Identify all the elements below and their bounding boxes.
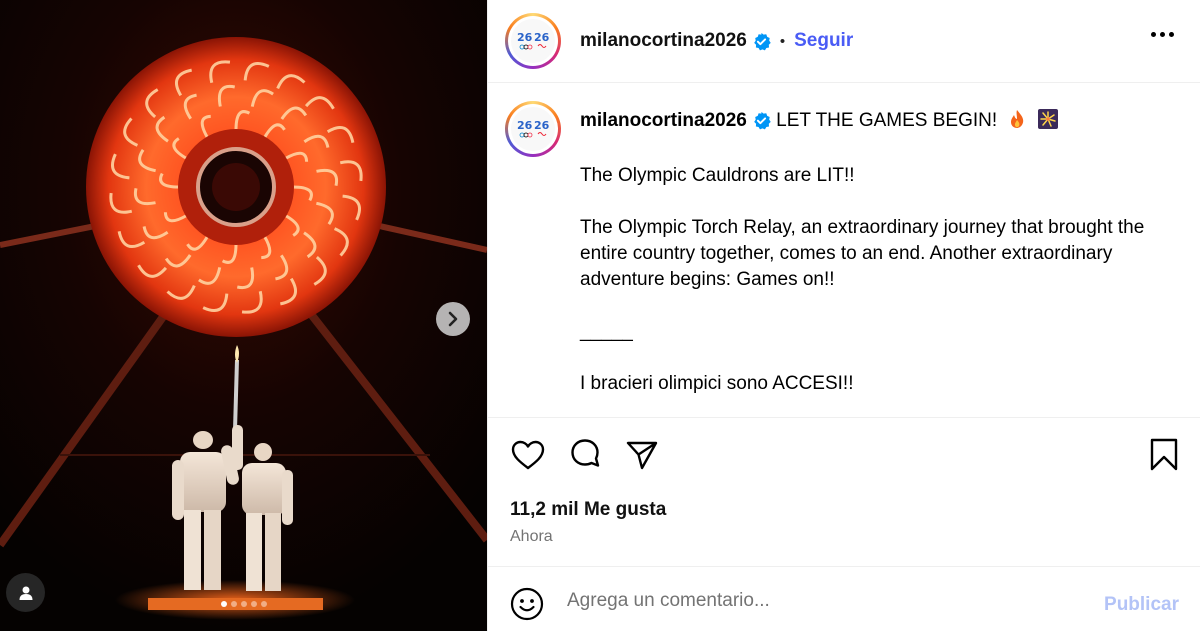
caption-section: 26 26 milanocortina2026 LET THE GAMES BE… bbox=[488, 83, 1200, 418]
caption-line-1: The Olympic Cauldrons are LIT!! bbox=[580, 165, 855, 186]
svg-text:26: 26 bbox=[517, 31, 533, 44]
publish-button[interactable]: Publicar bbox=[1104, 594, 1179, 616]
action-bar bbox=[510, 437, 1180, 477]
comment-button[interactable] bbox=[567, 437, 603, 478]
chevron-right-icon bbox=[448, 311, 458, 327]
fireworks-emoji-icon bbox=[1037, 109, 1058, 137]
carousel-dot bbox=[220, 601, 227, 607]
caption-avatar[interactable]: 26 26 bbox=[505, 101, 561, 157]
follow-button[interactable]: Seguir bbox=[794, 30, 853, 52]
post-timestamp[interactable]: Ahora bbox=[510, 528, 553, 546]
comment-input[interactable] bbox=[567, 590, 1067, 612]
comment-bar: Publicar bbox=[487, 566, 1200, 631]
smiley-icon bbox=[510, 587, 544, 621]
caption-username[interactable]: milanocortina2026 bbox=[580, 110, 747, 131]
cauldron-photo bbox=[0, 0, 487, 631]
share-button[interactable] bbox=[624, 437, 660, 478]
verified-badge-icon bbox=[752, 111, 771, 130]
user-icon bbox=[19, 586, 32, 600]
likes-count[interactable]: 11,2 mil Me gusta bbox=[510, 499, 666, 521]
comment-icon bbox=[571, 439, 600, 467]
more-options-icon[interactable] bbox=[1151, 32, 1174, 37]
olympic-logo-icon: 26 26 bbox=[517, 31, 550, 50]
fire-emoji-icon bbox=[1008, 109, 1026, 137]
svg-text:26: 26 bbox=[534, 119, 550, 132]
post-media bbox=[0, 0, 487, 631]
carousel-indicator bbox=[0, 601, 487, 607]
caption-text: milanocortina2026 LET THE GAMES BEGIN! T… bbox=[580, 101, 1180, 417]
bookmark-icon bbox=[1150, 438, 1178, 471]
olympic-logo-icon: 26 26 bbox=[517, 119, 550, 138]
post-header: 26 26 milanocortina2026 • Seguir bbox=[488, 0, 1200, 83]
carousel-next-button[interactable] bbox=[436, 302, 470, 336]
like-button[interactable] bbox=[510, 437, 546, 478]
header-separator: • bbox=[779, 32, 786, 50]
caption-divider: _____ bbox=[580, 321, 633, 342]
caption-line-3: I bracieri olimpici sono ACCESI!! bbox=[580, 373, 854, 394]
svg-text:26: 26 bbox=[534, 31, 550, 44]
post-details-panel: 26 26 milanocortina2026 • Seguir 26 26 m… bbox=[487, 0, 1200, 631]
avatar[interactable]: 26 26 bbox=[505, 13, 561, 69]
carousel-dot bbox=[240, 601, 247, 607]
send-icon bbox=[626, 441, 658, 470]
instagram-post: 26 26 milanocortina2026 • Seguir 26 26 m… bbox=[0, 0, 1200, 631]
header-username[interactable]: milanocortina2026 bbox=[580, 30, 747, 52]
caption-line-2: The Olympic Torch Relay, an extraordinar… bbox=[580, 217, 1145, 290]
verified-badge-icon bbox=[752, 32, 771, 51]
carousel-dot bbox=[250, 601, 257, 607]
emoji-picker-button[interactable] bbox=[510, 587, 544, 626]
carousel-dot bbox=[230, 601, 237, 607]
caption-headline: LET THE GAMES BEGIN! bbox=[776, 110, 998, 131]
heart-icon bbox=[511, 440, 545, 470]
carousel-dot bbox=[260, 601, 267, 607]
svg-text:26: 26 bbox=[517, 119, 533, 132]
save-button[interactable] bbox=[1148, 437, 1180, 478]
